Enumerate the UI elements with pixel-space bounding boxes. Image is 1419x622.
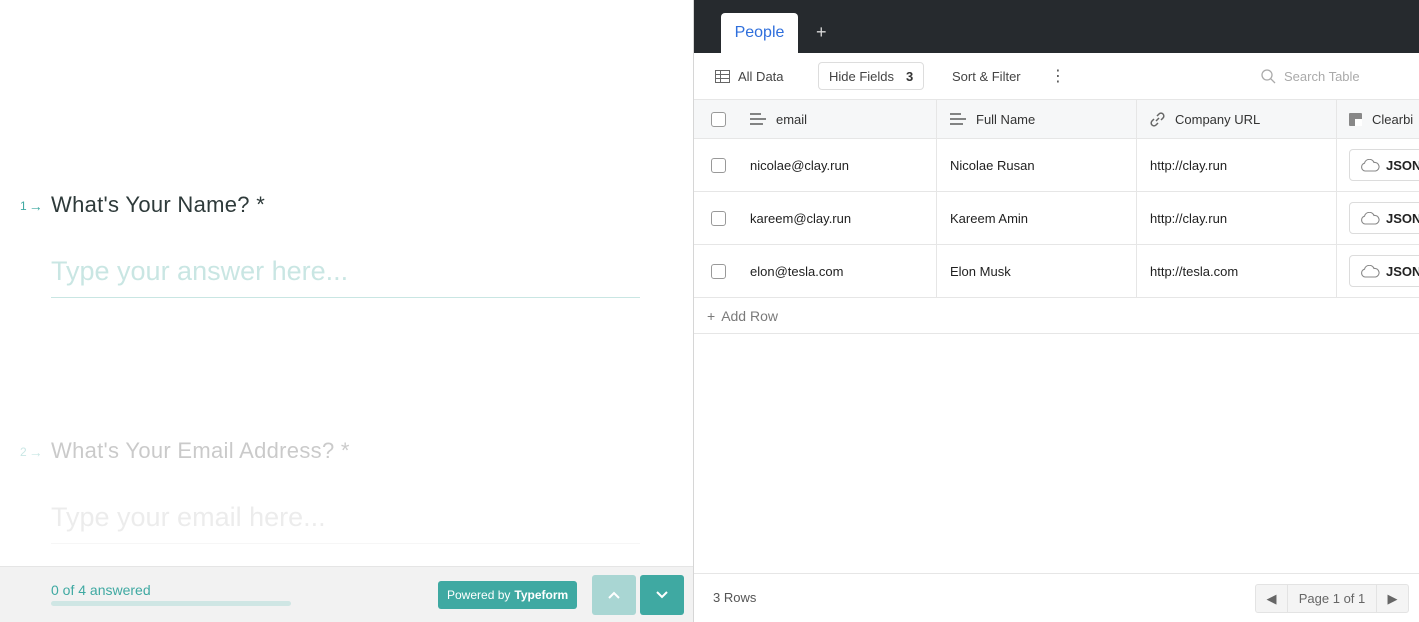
email-cell[interactable]: nicolae@clay.run <box>736 139 937 191</box>
clearbit-cell: JSON <box>1337 245 1419 297</box>
json-chip[interactable]: JSON <box>1349 202 1419 234</box>
email-cell[interactable]: kareem@clay.run <box>736 192 937 244</box>
next-page-icon[interactable]: ▶ <box>1377 585 1408 612</box>
sort-filter-button[interactable]: Sort & Filter <box>952 53 1021 99</box>
data-table: email Full Name Company URL Clearbi nico… <box>694 99 1419 334</box>
table-toolbar: All Data Hide Fields 3 Sort & Filter ⋮ S… <box>694 53 1419 99</box>
arrow-right-icon: → <box>28 198 43 214</box>
clay-table-panel: People + All Data Hide Fields 3 Sort & F… <box>693 0 1419 622</box>
table-row[interactable]: kareem@clay.run Kareem Amin http://clay.… <box>694 192 1419 245</box>
add-row-button[interactable]: + Add Row <box>694 298 1419 334</box>
next-question-button[interactable] <box>640 575 684 615</box>
row-checkbox[interactable] <box>710 263 726 279</box>
tab-bar: People + <box>694 0 1419 53</box>
column-header-clearbit[interactable]: Clearbi <box>1337 100 1419 138</box>
arrow-right-icon: → <box>28 444 43 460</box>
text-lines-icon <box>950 113 966 125</box>
row-select-cell <box>694 192 736 244</box>
table-row[interactable]: elon@tesla.com Elon Musk http://tesla.co… <box>694 245 1419 298</box>
row-select-cell <box>694 245 736 297</box>
page-label: Page 1 of 1 <box>1287 585 1377 612</box>
json-chip[interactable]: JSON <box>1349 149 1419 181</box>
column-header-company-url[interactable]: Company URL <box>1137 100 1337 138</box>
hidden-fields-count: 3 <box>906 68 914 84</box>
rows-count: 3 Rows <box>713 590 757 605</box>
full-name-cell[interactable]: Kareem Amin <box>937 192 1137 244</box>
clearbit-cell: JSON <box>1337 139 1419 191</box>
cloud-icon <box>1361 158 1380 172</box>
column-header-email[interactable]: email <box>736 100 937 138</box>
powered-by-typeform-button[interactable]: Powered by Typeform <box>438 581 578 609</box>
more-options-icon[interactable]: ⋮ <box>1050 53 1066 99</box>
add-tab-button[interactable]: + <box>816 22 827 43</box>
full-name-cell[interactable]: Nicolae Rusan <box>937 139 1137 191</box>
typeform-footer: 0 of 4 answered Powered by Typeform <box>0 566 693 622</box>
question-number: 2 → <box>20 444 43 460</box>
table-row[interactable]: nicolae@clay.run Nicolae Rusan http://cl… <box>694 139 1419 192</box>
chevron-down-icon <box>656 591 668 599</box>
text-lines-icon <box>750 113 766 125</box>
json-chip[interactable]: JSON <box>1349 255 1419 287</box>
clearbit-cell: JSON <box>1337 192 1419 244</box>
plus-icon: + <box>707 307 716 324</box>
email-cell[interactable]: elon@tesla.com <box>736 245 937 297</box>
row-select-cell <box>694 139 736 191</box>
select-all-cell <box>694 100 736 138</box>
search-icon <box>1261 68 1276 83</box>
table-footer: 3 Rows ◀ Page 1 of 1 ▶ <box>694 573 1419 622</box>
company-url-cell[interactable]: http://clay.run <box>1137 192 1337 244</box>
name-answer-input[interactable]: Type your answer here... <box>51 256 640 298</box>
grid-icon <box>715 69 730 83</box>
previous-question-button[interactable] <box>592 575 636 615</box>
question-title: What's Your Email Address? * <box>51 438 350 463</box>
row-checkbox[interactable] <box>710 210 726 226</box>
hide-fields-button[interactable]: Hide Fields 3 <box>818 62 925 90</box>
typeform-panel: 1 → What's Your Name? * Type your answer… <box>0 0 693 622</box>
cloud-icon <box>1361 211 1380 225</box>
progress-label: 0 of 4 answered <box>51 582 151 598</box>
link-icon <box>1150 111 1165 127</box>
column-header-full-name[interactable]: Full Name <box>937 100 1137 138</box>
table-header-row: email Full Name Company URL Clearbi <box>694 99 1419 139</box>
previous-page-icon[interactable]: ◀ <box>1256 585 1287 612</box>
clearbit-icon <box>1349 112 1362 126</box>
all-data-view-button[interactable]: All Data <box>715 53 784 99</box>
cloud-icon <box>1361 264 1380 278</box>
progress-bar <box>51 601 291 606</box>
question-title: What's Your Name? * <box>51 192 266 217</box>
company-url-cell[interactable]: http://clay.run <box>1137 139 1337 191</box>
tab-people[interactable]: People <box>721 13 798 53</box>
select-all-checkbox[interactable] <box>710 111 726 127</box>
company-url-cell[interactable]: http://tesla.com <box>1137 245 1337 297</box>
email-answer-input[interactable]: Type your email here... <box>51 502 640 544</box>
pagination: ◀ Page 1 of 1 ▶ <box>1255 584 1409 613</box>
full-name-cell[interactable]: Elon Musk <box>937 245 1137 297</box>
row-checkbox[interactable] <box>710 157 726 173</box>
chevron-up-icon <box>608 591 620 599</box>
question-number: 1 → <box>20 198 43 214</box>
search-table-input[interactable]: Search Table <box>1261 53 1360 99</box>
